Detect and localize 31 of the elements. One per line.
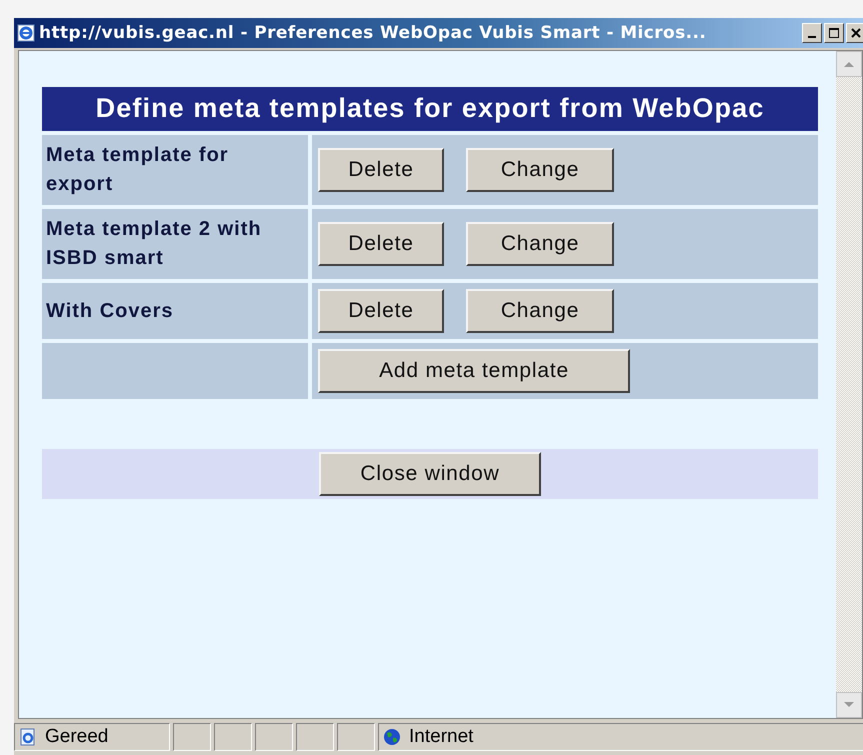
zone-text: Internet [409, 726, 474, 748]
window-title: http://vubis.geac.nl - Preferences WebOpac Vubis Smart - Micros... [39, 23, 706, 43]
status-panel [214, 723, 252, 751]
page-icon [19, 728, 37, 746]
add-template-button[interactable]: Add meta template [318, 349, 630, 393]
delete-button[interactable]: Delete [318, 222, 444, 266]
close-icon [851, 28, 861, 38]
browser-icon [17, 24, 35, 42]
up-arrow-icon [844, 61, 854, 67]
maximize-icon [829, 28, 839, 38]
template-name-cell: Meta template 2 with ISBD smart [42, 209, 308, 279]
template-name-cell: With Covers [42, 283, 308, 339]
status-panel [255, 723, 293, 751]
close-window-button[interactable]: Close window [319, 452, 541, 496]
minimize-button[interactable] [802, 23, 822, 43]
delete-button[interactable]: Delete [318, 289, 444, 333]
status-panel [173, 723, 211, 751]
change-button[interactable]: Change [466, 289, 614, 333]
close-button[interactable] [846, 23, 863, 43]
table-heading: Define meta templates for export from WebOpac [42, 87, 818, 131]
change-button[interactable]: Change [466, 148, 614, 192]
status-text: Gereed [45, 726, 108, 748]
minimize-icon [808, 36, 816, 38]
maximize-button[interactable] [824, 23, 844, 43]
status-panel [296, 723, 334, 751]
status-panel [337, 723, 375, 751]
globe-icon [383, 728, 401, 746]
down-arrow-icon [844, 702, 854, 708]
change-button[interactable]: Change [466, 222, 614, 266]
delete-button[interactable]: Delete [318, 148, 444, 192]
template-name-cell: Meta template for export [42, 135, 308, 205]
